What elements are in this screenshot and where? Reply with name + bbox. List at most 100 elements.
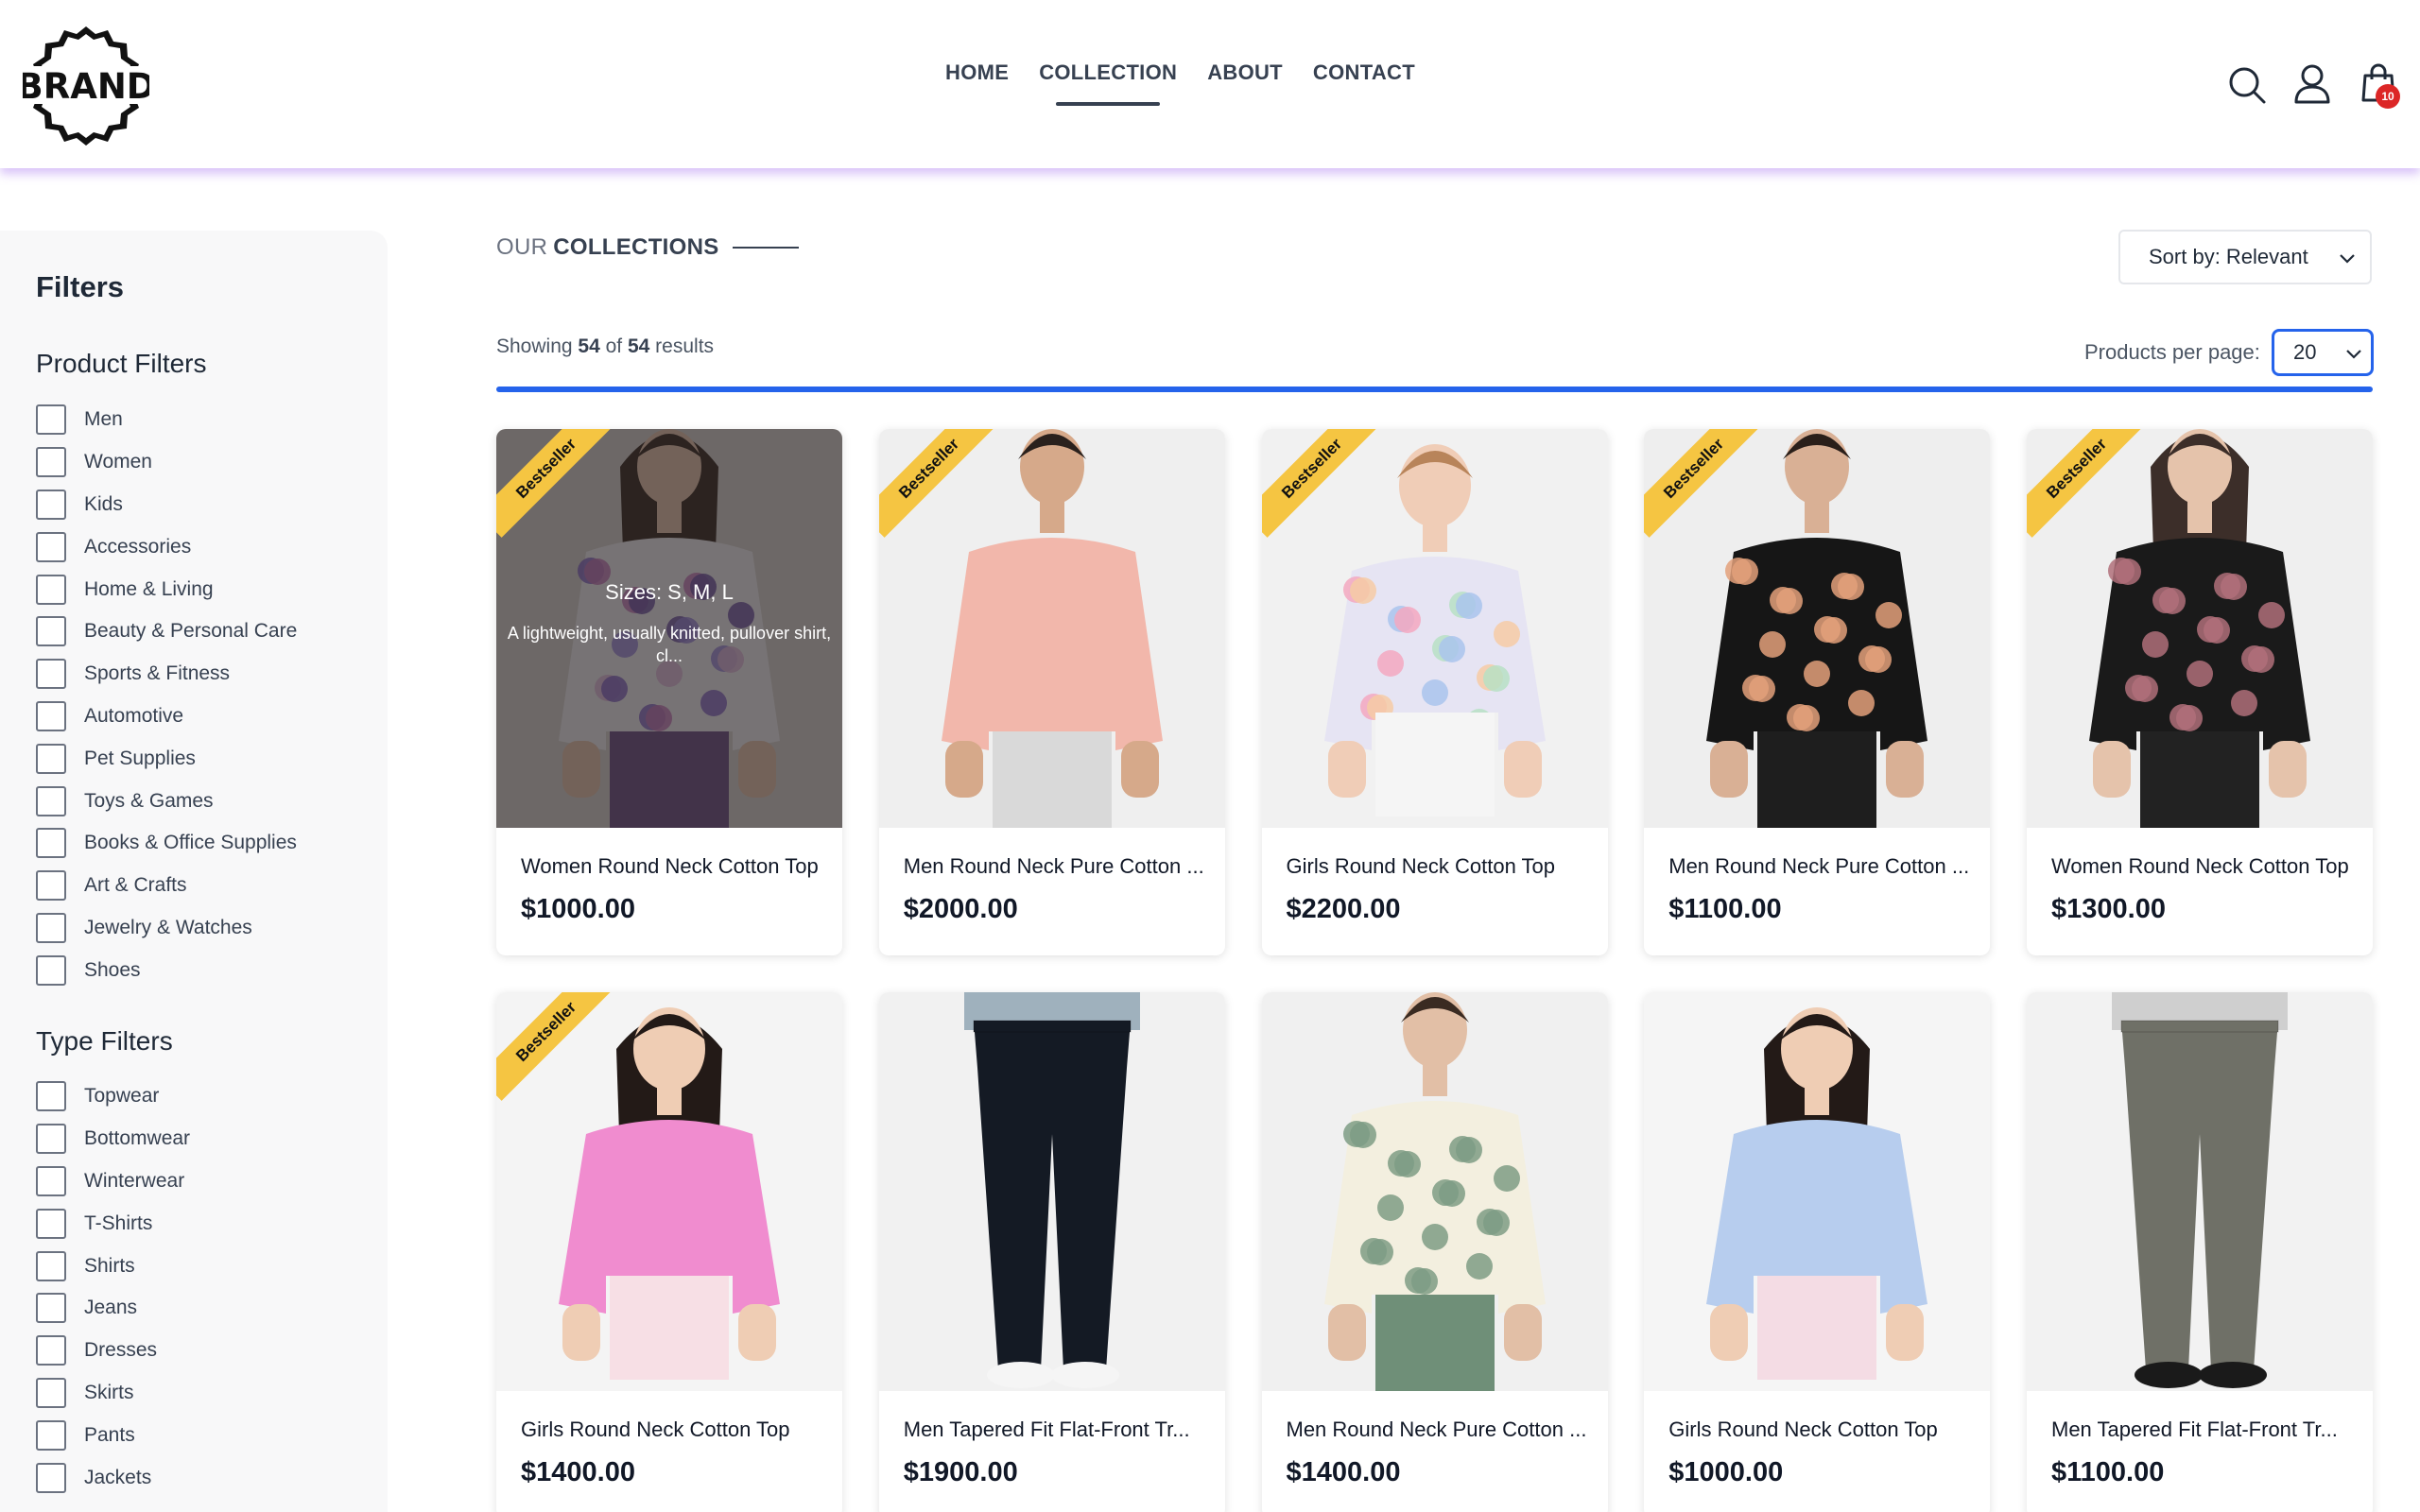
filter-checkbox[interactable] <box>36 1293 66 1324</box>
product-name[interactable]: Men Round Neck Pure Cotton ... <box>1287 1418 1589 1442</box>
product-card[interactable]: Bestseller Men Round Neck Pure Cotton ...… <box>878 429 1225 955</box>
filter-checkbox[interactable] <box>36 828 66 859</box>
sort-select[interactable]: Sort by: Relevant <box>2118 230 2372 284</box>
filter-checkbox[interactable] <box>36 447 66 478</box>
filter-checkbox[interactable] <box>36 404 66 436</box>
product-image[interactable] <box>2027 992 2373 1391</box>
product-price: $1100.00 <box>2051 1457 2165 1487</box>
filter-label: Kids <box>84 492 123 515</box>
filter-product-shoes[interactable]: Shoes <box>36 949 297 991</box>
product-name[interactable]: Men Round Neck Pure Cotton ... <box>1668 854 1971 879</box>
product-card[interactable]: Bestseller Sizes: S, M, LA lightweight, u… <box>496 429 842 955</box>
results-prefix: Showing <box>496 335 573 357</box>
filter-label: Toys & Games <box>84 789 214 812</box>
filter-type-shirts[interactable]: Shirts <box>36 1245 190 1287</box>
product-card[interactable]: Men Round Neck Pure Cotton ... $1400.00 <box>1261 992 1608 1512</box>
product-card[interactable]: Bestseller Girls Round Neck Cotton Top $14… <box>496 992 842 1512</box>
filter-checkbox[interactable] <box>36 1462 66 1493</box>
product-card[interactable]: Men Tapered Fit Flat-Front Tr... $1900.00 <box>878 992 1225 1512</box>
title-strong: COLLECTIONS <box>553 234 719 260</box>
filter-checkbox[interactable] <box>36 870 66 902</box>
product-card[interactable]: Bestseller Girls Round Neck Cotton Top $22… <box>1261 429 1608 955</box>
filter-checkbox[interactable] <box>36 1208 66 1239</box>
nav-about[interactable]: ABOUT <box>1207 60 1283 85</box>
product-name[interactable]: Men Tapered Fit Flat-Front Tr... <box>904 1418 1206 1442</box>
product-image[interactable] <box>1644 992 1991 1391</box>
filter-type-topwear[interactable]: Topwear <box>36 1075 190 1118</box>
filter-type-t-shirts[interactable]: T-Shirts <box>36 1202 190 1245</box>
filter-checkbox[interactable] <box>36 700 66 731</box>
product-name[interactable]: Women Round Neck Cotton Top <box>2051 854 2354 879</box>
filter-product-toys-games[interactable]: Toys & Games <box>36 780 297 822</box>
filter-product-home-living[interactable]: Home & Living <box>36 568 297 610</box>
product-name[interactable]: Girls Round Neck Cotton Top <box>1668 1418 1971 1442</box>
per-page-select[interactable]: 20 <box>2272 329 2374 376</box>
svg-text:BRAND: BRAND <box>23 66 149 107</box>
filter-checkbox[interactable] <box>36 1124 66 1155</box>
filter-checkbox[interactable] <box>36 1377 66 1408</box>
site-header: BRAND HOME COLLECTION ABOUT CONTACT <box>0 0 2420 168</box>
nav-contact[interactable]: CONTACT <box>1313 60 1415 85</box>
product-sizes: Sizes: S, M, L <box>605 580 734 604</box>
filter-checkbox[interactable] <box>36 785 66 816</box>
filter-product-jewelry-watches[interactable]: Jewelry & Watches <box>36 907 297 950</box>
filter-label: Women <box>84 451 152 473</box>
filter-label: Jeans <box>84 1297 138 1319</box>
product-price: $1000.00 <box>1668 1457 1784 1487</box>
product-image[interactable] <box>1261 992 1608 1391</box>
filter-label: Sports & Fitness <box>84 662 231 685</box>
filter-checkbox[interactable] <box>36 1165 66 1196</box>
product-name[interactable]: Men Tapered Fit Flat-Front Tr... <box>2051 1418 2354 1442</box>
product-card[interactable]: Bestseller Men Round Neck Pure Cotton ...… <box>1644 429 1991 955</box>
product-card[interactable]: Girls Round Neck Cotton Top $1000.00 <box>1644 992 1991 1512</box>
filter-type-dresses[interactable]: Dresses <box>36 1330 190 1372</box>
filter-label: Shirts <box>84 1254 135 1277</box>
sort-select-value: Sort by: Relevant <box>2149 245 2308 268</box>
filter-type-pants[interactable]: Pants <box>36 1414 190 1456</box>
filter-checkbox[interactable] <box>36 1419 66 1451</box>
filter-product-beauty-personal-care[interactable]: Beauty & Personal Care <box>36 610 297 653</box>
product-name[interactable]: Men Round Neck Pure Cotton ... <box>904 854 1206 879</box>
filter-product-art-crafts[interactable]: Art & Crafts <box>36 865 297 907</box>
brand-logo[interactable]: BRAND <box>23 23 149 146</box>
search-icon[interactable] <box>2226 64 2268 106</box>
product-card[interactable]: Bestseller Women Round Neck Cotton Top $13… <box>2027 429 2373 955</box>
product-card[interactable]: Men Tapered Fit Flat-Front Tr... $1100.00 <box>2027 992 2373 1512</box>
filter-product-sports-fitness[interactable]: Sports & Fitness <box>36 653 297 696</box>
filter-checkbox[interactable] <box>36 1335 66 1366</box>
product-image[interactable] <box>878 992 1225 1391</box>
product-name[interactable]: Girls Round Neck Cotton Top <box>1287 854 1589 879</box>
product-name[interactable]: Girls Round Neck Cotton Top <box>521 1418 823 1442</box>
filter-type-jeans[interactable]: Jeans <box>36 1287 190 1330</box>
filter-type-skirts[interactable]: Skirts <box>36 1372 190 1415</box>
filter-product-accessories[interactable]: Accessories <box>36 525 297 568</box>
filter-checkbox[interactable] <box>36 1250 66 1281</box>
user-icon[interactable] <box>2291 62 2333 104</box>
filter-checkbox[interactable] <box>36 659 66 690</box>
filter-type-winterwear[interactable]: Winterwear <box>36 1160 190 1203</box>
product-name[interactable]: Women Round Neck Cotton Top <box>521 854 823 879</box>
filter-product-kids[interactable]: Kids <box>36 484 297 526</box>
filters-title: Filters <box>36 270 125 303</box>
filter-checkbox[interactable] <box>36 574 66 605</box>
filter-checkbox[interactable] <box>36 616 66 647</box>
filter-product-books-office-supplies[interactable]: Books & Office Supplies <box>36 822 297 865</box>
filter-product-pet-supplies[interactable]: Pet Supplies <box>36 737 297 780</box>
type-filters-title: Type Filters <box>36 1026 173 1056</box>
main-nav: HOME COLLECTION ABOUT CONTACT <box>945 60 1415 106</box>
filter-checkbox[interactable] <box>36 1081 66 1112</box>
nav-collection[interactable]: COLLECTION <box>1039 60 1177 106</box>
collections-title: OUR COLLECTIONS <box>496 234 799 261</box>
product-price: $1000.00 <box>521 894 635 924</box>
filter-checkbox[interactable] <box>36 912 66 943</box>
filter-product-men[interactable]: Men <box>36 399 297 441</box>
nav-home[interactable]: HOME <box>945 60 1009 85</box>
filter-checkbox[interactable] <box>36 743 66 774</box>
filter-checkbox[interactable] <box>36 531 66 562</box>
filter-product-women[interactable]: Women <box>36 441 297 484</box>
filter-checkbox[interactable] <box>36 954 66 986</box>
filter-type-jackets[interactable]: Jackets <box>36 1456 190 1499</box>
filter-checkbox[interactable] <box>36 489 66 520</box>
filter-product-automotive[interactable]: Automotive <box>36 696 297 738</box>
filter-type-bottomwear[interactable]: Bottomwear <box>36 1118 190 1160</box>
